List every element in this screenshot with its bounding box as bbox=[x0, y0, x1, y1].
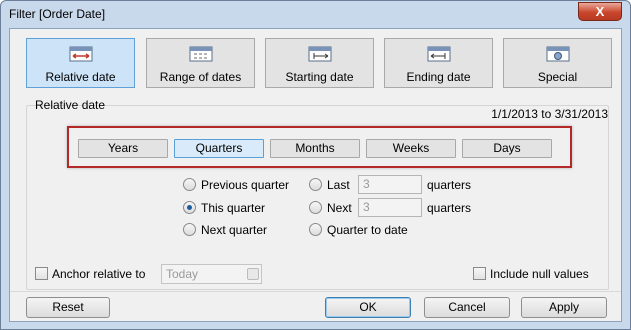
tab-range-of-dates[interactable]: Range of dates bbox=[146, 38, 255, 88]
apply-button[interactable]: Apply bbox=[521, 297, 607, 318]
tab-label: Starting date bbox=[285, 70, 354, 84]
radio-label: Quarter to date bbox=[327, 223, 408, 237]
date-range-icon bbox=[189, 46, 213, 62]
unit-button-days[interactable]: Days bbox=[462, 139, 552, 158]
dialog-body: Relative date Range of dates Starting da… bbox=[9, 28, 622, 322]
radio-next-quarter[interactable]: Next quarter bbox=[183, 223, 267, 237]
radio-label: Next bbox=[327, 201, 352, 215]
radio-last-n[interactable]: Last bbox=[309, 178, 350, 192]
section-label: Relative date bbox=[35, 98, 106, 112]
date-range-readout: 1/1/2013 to 3/31/2013 bbox=[491, 107, 608, 121]
radio-previous-quarter[interactable]: Previous quarter bbox=[183, 178, 289, 192]
tab-ending-date[interactable]: Ending date bbox=[384, 38, 493, 88]
radio-label: Last bbox=[327, 178, 350, 192]
radio-indicator bbox=[309, 223, 322, 236]
checkbox-label: Anchor relative to bbox=[52, 267, 146, 281]
anchor-date-value: Today bbox=[166, 267, 199, 281]
tab-special[interactable]: Special bbox=[503, 38, 612, 88]
unit-word: quarters bbox=[427, 178, 472, 192]
title-bar[interactable]: Filter [Order Date] X bbox=[1, 1, 630, 27]
unit-button-quarters[interactable]: Quarters bbox=[174, 139, 264, 158]
tab-label: Ending date bbox=[406, 70, 471, 84]
tab-label: Special bbox=[537, 70, 578, 84]
relative-date-icon bbox=[69, 46, 93, 62]
checkbox-box bbox=[473, 267, 486, 280]
radio-indicator bbox=[309, 201, 322, 214]
unit-word: quarters bbox=[427, 201, 472, 215]
last-n-input[interactable]: 3 bbox=[358, 175, 422, 194]
radio-next-n[interactable]: Next bbox=[309, 201, 352, 215]
cancel-button[interactable]: Cancel bbox=[424, 297, 510, 318]
starting-date-icon bbox=[308, 46, 332, 62]
radio-indicator bbox=[183, 201, 196, 214]
radio-label: Previous quarter bbox=[201, 178, 290, 192]
include-null-checkbox[interactable]: Include null values bbox=[473, 267, 589, 281]
calendar-dropdown-icon[interactable] bbox=[247, 268, 259, 280]
checkbox-box bbox=[35, 267, 48, 280]
next-n-input[interactable]: 3 bbox=[358, 198, 422, 217]
anchor-checkbox[interactable]: Anchor relative to bbox=[35, 267, 145, 281]
tab-relative-date[interactable]: Relative date bbox=[26, 38, 135, 88]
radio-indicator bbox=[183, 178, 196, 191]
ending-date-icon bbox=[427, 46, 451, 62]
window-title: Filter [Order Date] bbox=[9, 7, 106, 21]
anchor-date-field[interactable]: Today bbox=[161, 264, 262, 284]
ok-button[interactable]: OK bbox=[325, 297, 411, 318]
special-icon bbox=[546, 46, 570, 62]
divider bbox=[10, 291, 621, 292]
reset-button[interactable]: Reset bbox=[26, 297, 110, 318]
radio-label: This quarter bbox=[201, 201, 266, 215]
unit-button-weeks[interactable]: Weeks bbox=[366, 139, 456, 158]
radio-indicator bbox=[183, 223, 196, 236]
radio-quarter-to-date[interactable]: Quarter to date bbox=[309, 223, 408, 237]
radio-this-quarter[interactable]: This quarter bbox=[183, 201, 265, 215]
filter-dialog: Filter [Order Date] X Relative date Rang… bbox=[0, 0, 631, 330]
tab-starting-date[interactable]: Starting date bbox=[265, 38, 374, 88]
checkbox-label: Include null values bbox=[490, 267, 589, 281]
radio-label: Next quarter bbox=[201, 223, 268, 237]
unit-button-months[interactable]: Months bbox=[270, 139, 360, 158]
radio-indicator bbox=[309, 178, 322, 191]
close-icon: X bbox=[595, 4, 605, 19]
tab-label: Relative date bbox=[45, 70, 116, 84]
close-button[interactable]: X bbox=[578, 2, 622, 21]
tab-label: Range of dates bbox=[159, 70, 242, 84]
unit-button-years[interactable]: Years bbox=[78, 139, 168, 158]
